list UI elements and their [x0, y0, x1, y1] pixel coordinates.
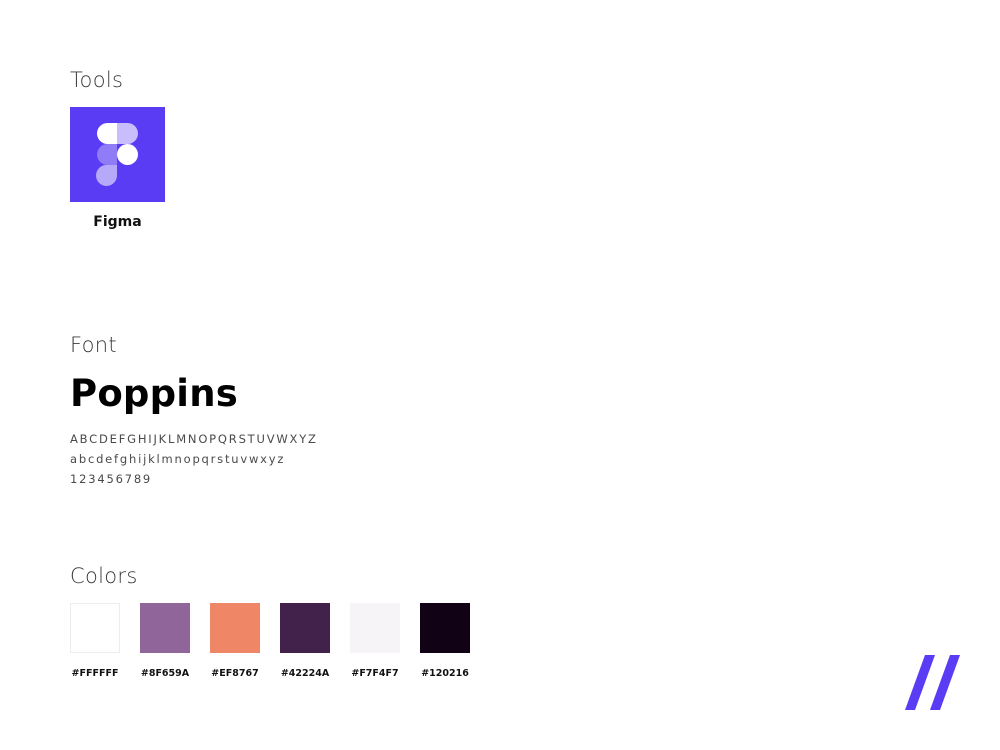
color-swatch-label: #F7F4F7 — [351, 668, 399, 679]
color-swatch-label: #FFFFFF — [71, 668, 119, 679]
brand-logo — [905, 655, 963, 711]
color-swatch-purple — [140, 603, 190, 653]
color-swatch-coral — [210, 603, 260, 653]
font-name: Poppins — [70, 372, 238, 415]
font-digits-sample: 123456789 — [70, 472, 153, 486]
tools-section-title: Tools — [70, 68, 124, 92]
font-section-title: Font — [70, 333, 117, 357]
figma-tool-tile — [70, 107, 165, 202]
color-swatch-label: #EF8767 — [211, 668, 259, 679]
figma-tool-label: Figma — [93, 214, 142, 230]
double-slash-logo-icon — [905, 655, 960, 710]
color-swatch-label: #8F659A — [140, 668, 190, 679]
color-swatch-light-gray — [350, 603, 400, 653]
color-swatch-near-black — [420, 603, 470, 653]
color-swatch-dark-purple — [280, 603, 330, 653]
figma-logo-icon — [96, 123, 138, 186]
color-swatch-white — [70, 603, 120, 653]
font-lowercase-sample: abcdefghijklmnopqrstuvwxyz — [70, 452, 286, 466]
font-uppercase-sample: ABCDEFGHIJKLMNOPQRSTUVWXYZ — [70, 432, 318, 446]
color-swatch-label: #42224A — [280, 668, 330, 679]
color-swatch-label: #120216 — [421, 668, 469, 679]
colors-section-title: Colors — [70, 564, 138, 588]
